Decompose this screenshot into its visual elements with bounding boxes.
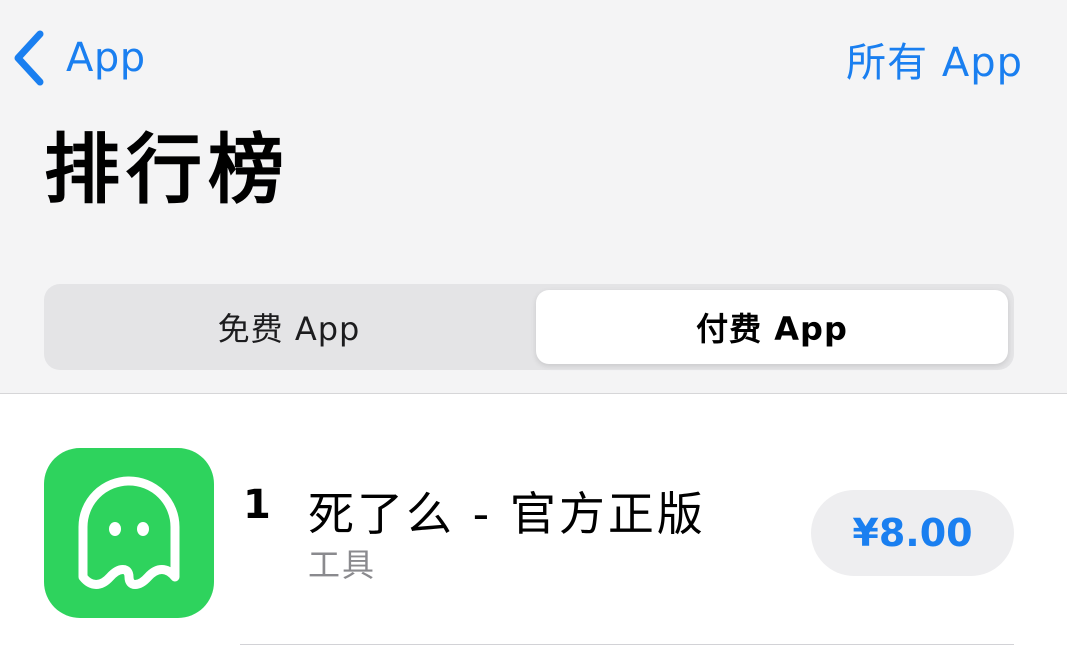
app-icon[interactable] — [44, 448, 214, 618]
chevron-left-icon — [10, 30, 46, 86]
back-button[interactable]: App — [10, 26, 146, 90]
app-category: 工具 — [308, 546, 377, 584]
row-divider — [240, 644, 1014, 645]
page-title: 排行榜 — [44, 125, 290, 214]
header-area: App 所有 App 排行榜 免费 App 付费 App — [0, 0, 1067, 394]
app-name[interactable]: 死了么 - 官方正版 — [308, 478, 706, 544]
segmented-control: 免费 App 付费 App — [44, 284, 1014, 370]
list-item[interactable]: 1 死了么 - 官方正版 工具 ¥8.00 — [0, 394, 1067, 648]
tab-free-apps[interactable]: 免费 App — [44, 284, 534, 370]
tab-paid-apps[interactable]: 付费 App — [536, 290, 1008, 364]
price-button[interactable]: ¥8.00 — [811, 490, 1014, 576]
ghost-icon — [73, 473, 185, 593]
all-apps-link[interactable]: 所有 App — [846, 30, 1023, 88]
back-button-label: App — [66, 35, 146, 81]
app-rank: 1 — [243, 482, 271, 528]
